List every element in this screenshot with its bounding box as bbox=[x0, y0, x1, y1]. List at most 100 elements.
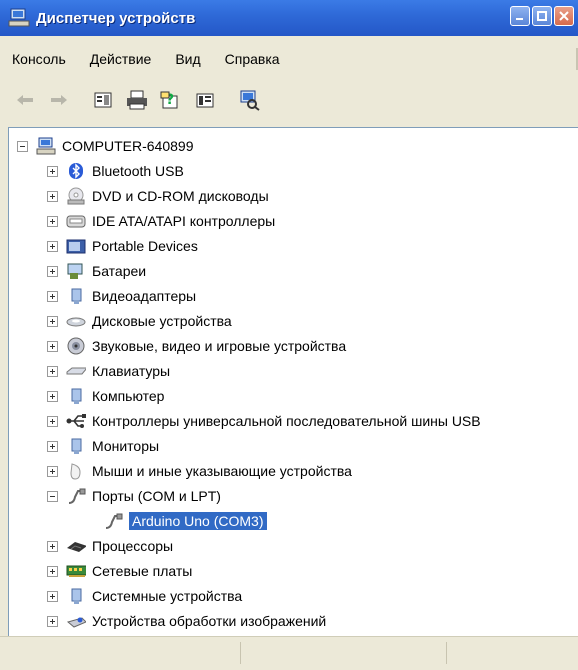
scan-hardware-button[interactable] bbox=[236, 87, 262, 113]
print-icon bbox=[127, 90, 147, 110]
expand-toggle[interactable] bbox=[47, 340, 58, 352]
expand-toggle[interactable] bbox=[47, 565, 58, 577]
print-button[interactable] bbox=[124, 87, 150, 113]
tree-node-computer[interactable]: Компьютер bbox=[47, 384, 164, 408]
close-icon bbox=[559, 11, 569, 21]
maximize-button[interactable] bbox=[532, 6, 552, 26]
forward-button[interactable] bbox=[46, 87, 72, 113]
tree-label: DVD и CD-ROM дисководы bbox=[92, 188, 269, 204]
tree-node-portable[interactable]: Portable Devices bbox=[47, 234, 198, 258]
mouse-icon bbox=[66, 462, 86, 480]
disk-drive-icon bbox=[66, 312, 86, 330]
tree-node-disks[interactable]: Дисковые устройства bbox=[47, 309, 232, 333]
menu-view[interactable]: Вид bbox=[163, 51, 212, 67]
menu-console[interactable]: Консоль bbox=[0, 51, 78, 67]
expand-toggle[interactable] bbox=[47, 615, 58, 627]
tree-node-ide[interactable]: IDE ATA/ATAPI контроллеры bbox=[47, 209, 275, 233]
forward-icon bbox=[51, 95, 67, 105]
expand-toggle[interactable] bbox=[47, 415, 58, 427]
expand-toggle[interactable] bbox=[47, 390, 58, 402]
portable-device-icon bbox=[66, 237, 86, 255]
processor-icon bbox=[66, 537, 86, 555]
close-button[interactable] bbox=[554, 6, 574, 26]
tree-node-usb[interactable]: Контроллеры универсальной последовательн… bbox=[47, 409, 481, 433]
expand-toggle[interactable] bbox=[47, 315, 58, 327]
title-bar[interactable]: Диспетчер устройств bbox=[0, 0, 578, 36]
expand-toggle[interactable] bbox=[47, 165, 58, 177]
toolbar: ? bbox=[0, 80, 578, 120]
view-icon bbox=[196, 93, 214, 108]
device-tree[interactable]: COMPUTER-640899 Bluetooth USB DVD и CD-R… bbox=[8, 127, 578, 636]
tree-node-network[interactable]: Сетевые платы bbox=[47, 559, 192, 583]
expand-toggle[interactable] bbox=[47, 190, 58, 202]
tree-label: Звуковые, видео и игровые устройства bbox=[92, 338, 347, 354]
tree-label: Батареи bbox=[92, 263, 147, 279]
expand-toggle[interactable] bbox=[47, 290, 58, 302]
tree-label: Arduino Uno (COM3) bbox=[129, 512, 267, 530]
tree-node-video[interactable]: Видеоадаптеры bbox=[47, 284, 196, 308]
help-icon: ? bbox=[160, 91, 178, 109]
tree-label: Процессоры bbox=[92, 538, 174, 554]
menu-help[interactable]: Справка bbox=[213, 51, 292, 67]
scan-hardware-icon bbox=[240, 90, 260, 111]
collapse-toggle[interactable] bbox=[17, 140, 28, 152]
tree-node-mice[interactable]: Мыши и иные указывающие устройства bbox=[47, 459, 352, 483]
tree-node-ports[interactable]: Порты (COM и LPT) bbox=[47, 484, 221, 508]
computer-small-icon bbox=[66, 387, 86, 405]
tree-node-battery[interactable]: Батареи bbox=[47, 259, 146, 283]
back-icon bbox=[17, 95, 33, 105]
tree-node-imaging[interactable]: Устройства обработки изображений bbox=[47, 609, 326, 633]
expand-toggle[interactable] bbox=[47, 365, 58, 377]
status-bar bbox=[0, 636, 578, 670]
minimize-icon bbox=[516, 18, 523, 20]
sound-icon bbox=[66, 337, 86, 355]
tree-root[interactable]: COMPUTER-640899 bbox=[17, 134, 194, 158]
device-manager-icon bbox=[8, 8, 30, 28]
tree-label: Сетевые платы bbox=[92, 563, 193, 579]
bluetooth-icon bbox=[66, 162, 86, 180]
ide-icon bbox=[66, 212, 86, 230]
expand-toggle[interactable] bbox=[47, 240, 58, 252]
imaging-icon bbox=[66, 612, 86, 630]
maximize-icon bbox=[537, 11, 547, 21]
expand-toggle[interactable] bbox=[47, 215, 58, 227]
expand-toggle[interactable] bbox=[47, 590, 58, 602]
expand-toggle[interactable] bbox=[47, 540, 58, 552]
expand-toggle[interactable] bbox=[47, 440, 58, 452]
tree-node-system[interactable]: Системные устройства bbox=[47, 584, 242, 608]
window-title: Диспетчер устройств bbox=[36, 9, 196, 27]
tree-node-keyboards[interactable]: Клавиатуры bbox=[47, 359, 170, 383]
tree-node-monitors[interactable]: Мониторы bbox=[47, 434, 159, 458]
minimize-button[interactable] bbox=[510, 6, 530, 26]
expand-toggle[interactable] bbox=[47, 265, 58, 277]
display-adapter-icon bbox=[66, 287, 86, 305]
battery-icon bbox=[66, 262, 86, 280]
collapse-toggle[interactable] bbox=[47, 490, 58, 502]
port-icon bbox=[66, 487, 86, 505]
tree-node-arduino[interactable]: Arduino Uno (COM3) bbox=[103, 509, 267, 533]
expand-toggle[interactable] bbox=[47, 465, 58, 477]
tree-label: Порты (COM и LPT) bbox=[92, 488, 221, 504]
tree-label: Клавиатуры bbox=[92, 363, 171, 379]
tree-label: Компьютер bbox=[92, 388, 165, 404]
tree-node-dvd[interactable]: DVD и CD-ROM дисководы bbox=[47, 184, 269, 208]
tree-node-sound[interactable]: Звуковые, видео и игровые устройства bbox=[47, 334, 346, 358]
view-button[interactable] bbox=[192, 87, 218, 113]
tree-label: Контроллеры универсальной последовательн… bbox=[92, 413, 481, 429]
tree-label: Мыши и иные указывающие устройства bbox=[92, 463, 352, 479]
properties-button[interactable] bbox=[90, 87, 116, 113]
tree-label: IDE ATA/ATAPI контроллеры bbox=[92, 213, 276, 229]
menu-bar: Консоль Действие Вид Справка bbox=[0, 42, 578, 76]
usb-icon bbox=[66, 412, 86, 430]
menu-action[interactable]: Действие bbox=[78, 51, 164, 67]
back-button[interactable] bbox=[12, 87, 38, 113]
keyboard-icon bbox=[66, 362, 86, 380]
tree-node-bluetooth[interactable]: Bluetooth USB bbox=[47, 159, 184, 183]
help-button[interactable]: ? bbox=[158, 87, 184, 113]
system-icon bbox=[66, 587, 86, 605]
status-divider bbox=[446, 642, 447, 664]
properties-icon bbox=[94, 92, 112, 108]
tree-node-processors[interactable]: Процессоры bbox=[47, 534, 173, 558]
status-divider bbox=[240, 642, 241, 664]
tree-label: Системные устройства bbox=[92, 588, 243, 604]
